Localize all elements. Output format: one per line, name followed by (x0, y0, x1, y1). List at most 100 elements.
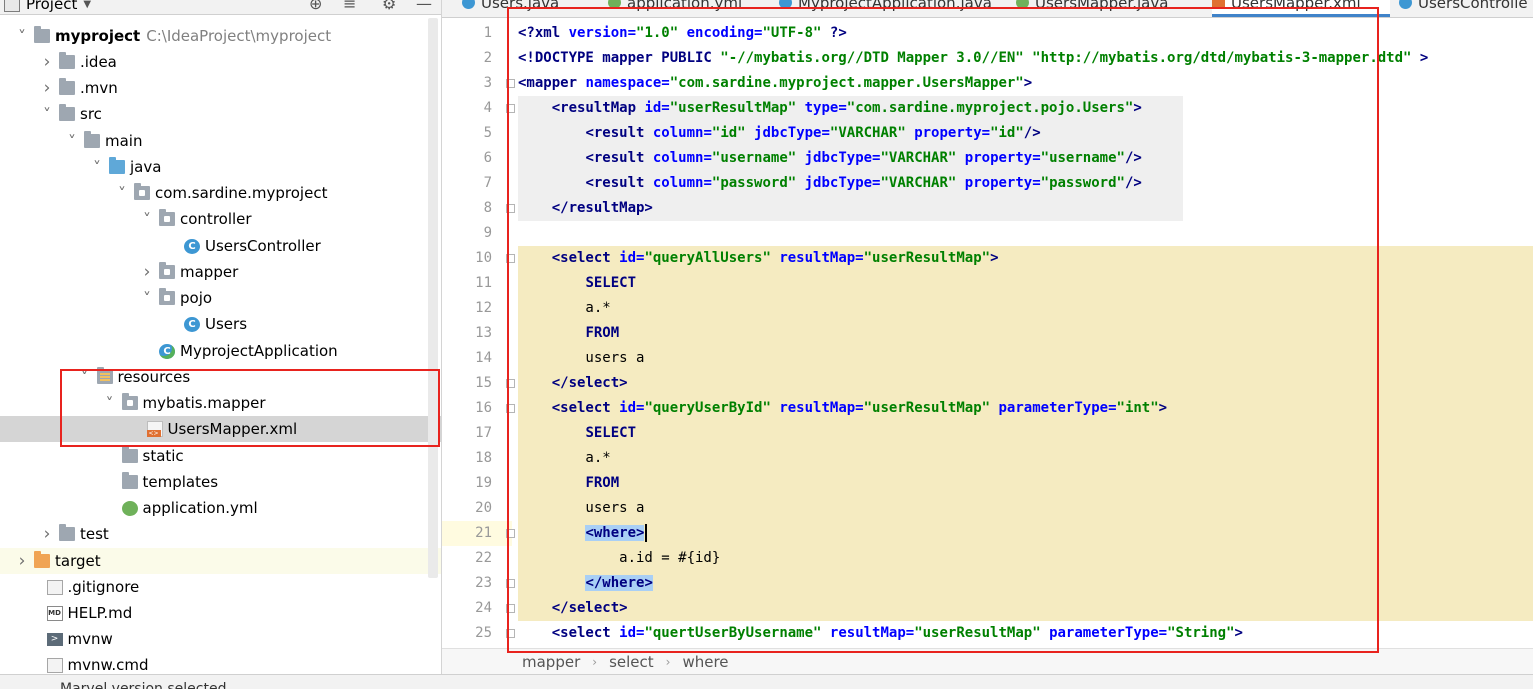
code-line[interactable]: </select> (518, 596, 1533, 621)
editor-tab[interactable]: UsersMapper.java (1016, 0, 1196, 17)
tree-item[interactable]: ˅ main (0, 128, 441, 154)
tree-item[interactable]: › test (0, 521, 441, 547)
code-line[interactable]: <!DOCTYPE mapper PUBLIC "-//mybatis.org/… (518, 46, 1428, 71)
fold-marker-icon[interactable] (506, 579, 515, 588)
tree-item[interactable]: ›CUsers (0, 311, 441, 337)
code-line[interactable]: <select id="queryUserById" resultMap="us… (518, 396, 1533, 421)
tree-item[interactable]: ˅ java (0, 154, 441, 180)
tree-scrollbar[interactable] (428, 18, 438, 578)
fold-marker-icon[interactable] (506, 204, 515, 213)
tree-item[interactable]: ˅ src (0, 101, 441, 127)
hide-panel-icon[interactable]: — (416, 0, 432, 13)
tree-item[interactable]: ›CUsersController (0, 233, 441, 259)
tree-item[interactable]: › target (0, 548, 441, 574)
tree-item[interactable]: ›templates (0, 469, 441, 495)
tree-item-label: com.sardine.myproject (155, 184, 328, 202)
locate-target-icon[interactable]: ⊕ (309, 0, 322, 13)
breadcrumb-item[interactable]: where (682, 653, 728, 671)
fold-marker-icon[interactable] (506, 604, 515, 613)
tree-item-label: MyprojectApplication (180, 342, 338, 360)
chevron-down-icon[interactable]: ˅ (77, 368, 93, 387)
code-line[interactable]: a.* (518, 446, 1533, 471)
chevron-right-icon[interactable]: › (139, 262, 155, 282)
code-line[interactable]: <mapper namespace="com.sardine.myproject… (518, 71, 1032, 96)
code-line[interactable]: <select id="quertUserByUsername" resultM… (518, 621, 1243, 646)
project-view-selector[interactable]: Project ▼ (4, 0, 91, 13)
code-line[interactable]: <result column="password" jdbcType="VARC… (518, 171, 1183, 196)
code-token: "String" (1167, 625, 1235, 641)
tree-item[interactable]: ˅ pojo (0, 285, 441, 311)
chevron-down-icon[interactable]: ˅ (64, 132, 80, 151)
fold-marker-icon[interactable] (506, 254, 515, 263)
code-token: "VARCHAR" (829, 125, 906, 141)
line-number: 15 (475, 375, 492, 391)
folder-excluded-icon (34, 551, 50, 568)
chevron-down-icon[interactable]: ˅ (139, 210, 155, 229)
code-line[interactable]: FROM (518, 471, 1533, 496)
class-icon (462, 0, 475, 9)
tree-item[interactable]: ›.gitignore (0, 574, 441, 600)
editor-tab[interactable]: UsersMapper.xml (1212, 0, 1390, 17)
tree-item[interactable]: ›CMyprojectApplication (0, 338, 441, 364)
code-line[interactable]: SELECT (518, 271, 1533, 296)
code-line[interactable]: users a (518, 496, 1533, 521)
tree-item[interactable]: ˅ mybatis.mapper (0, 390, 441, 416)
chevron-right-icon[interactable]: › (39, 52, 55, 72)
tree-item[interactable]: › .mvn (0, 75, 441, 101)
gear-icon[interactable]: ⚙ (382, 0, 396, 13)
code-token: "1.0" (636, 25, 679, 41)
code-line[interactable]: a.id = #{id} (518, 546, 1533, 571)
code-line[interactable]: </resultMap> (518, 196, 1183, 221)
fold-marker-icon[interactable] (506, 79, 515, 88)
line-number: 2 (483, 50, 492, 66)
chevron-down-icon[interactable]: ˅ (89, 158, 105, 177)
fold-marker-icon[interactable] (506, 629, 515, 638)
tree-item[interactable]: ˅ resources (0, 364, 441, 390)
code-token: <select (551, 625, 620, 641)
code-line[interactable]: </where> (518, 571, 1533, 596)
tree-item[interactable]: ˅ myproject C:\IdeaProject\myproject (0, 23, 441, 49)
tree-item[interactable]: ›>mvnw (0, 626, 441, 652)
code-line[interactable]: <?xml version="1.0" encoding="UTF-8" ?> (518, 21, 847, 46)
chevron-down-icon[interactable]: ˅ (139, 289, 155, 308)
code-line[interactable]: </select> (518, 371, 1533, 396)
editor-tab[interactable]: application.yml (608, 0, 763, 17)
editor-tab-label: application.yml (627, 0, 743, 12)
tree-item[interactable]: ›UsersMapper.xml (0, 416, 441, 442)
tree-item[interactable]: ›static (0, 443, 441, 469)
tree-item[interactable]: ˅ controller (0, 206, 441, 232)
fold-marker-icon[interactable] (506, 529, 515, 538)
editor-tab[interactable]: Users.java (462, 0, 592, 17)
code-editor[interactable]: 1 2 3 4 5 6 7 8 9 10 11 12 13 14 15 16 17 18 19 20 21 22 23 24 2… (442, 18, 1533, 648)
code-line[interactable]: SELECT (518, 421, 1533, 446)
chevron-right-icon[interactable]: › (14, 551, 30, 571)
tree-item[interactable]: ›application.yml (0, 495, 441, 521)
tree-item[interactable]: ˅ com.sardine.myproject (0, 180, 441, 206)
code-token: jdbcType= (804, 175, 881, 191)
tree-item[interactable]: ›MDHELP.md (0, 600, 441, 626)
code-line[interactable]: <where> (518, 521, 1533, 546)
collapse-all-icon[interactable]: ≡ (343, 0, 356, 13)
breadcrumb-item[interactable]: select (609, 653, 654, 671)
code-line[interactable]: users a (518, 346, 1533, 371)
fold-marker-icon[interactable] (506, 379, 515, 388)
chevron-down-icon[interactable]: ˅ (39, 105, 55, 124)
fold-marker-icon[interactable] (506, 404, 515, 413)
code-line[interactable]: <resultMap id="userResultMap" type="com.… (518, 96, 1183, 121)
code-line[interactable]: <result column="username" jdbcType="VARC… (518, 146, 1183, 171)
code-line[interactable]: a.* (518, 296, 1533, 321)
chevron-right-icon[interactable]: › (39, 524, 55, 544)
editor-tab[interactable]: MyprojectApplication.java (779, 0, 1001, 17)
chevron-down-icon[interactable]: ˅ (102, 394, 118, 413)
code-line[interactable]: FROM (518, 321, 1533, 346)
breadcrumb-item[interactable]: mapper (522, 653, 580, 671)
chevron-right-icon[interactable]: › (39, 78, 55, 98)
chevron-down-icon[interactable]: ˅ (114, 184, 130, 203)
editor-tab[interactable]: UsersControlle (1399, 0, 1533, 17)
code-line[interactable]: <select id="queryAllUsers" resultMap="us… (518, 246, 1533, 271)
chevron-down-icon[interactable]: ˅ (14, 27, 30, 46)
fold-marker-icon[interactable] (506, 104, 515, 113)
code-line[interactable]: <result column="id" jdbcType="VARCHAR" p… (518, 121, 1183, 146)
tree-item[interactable]: › .idea (0, 49, 441, 75)
tree-item[interactable]: › mapper (0, 259, 441, 285)
